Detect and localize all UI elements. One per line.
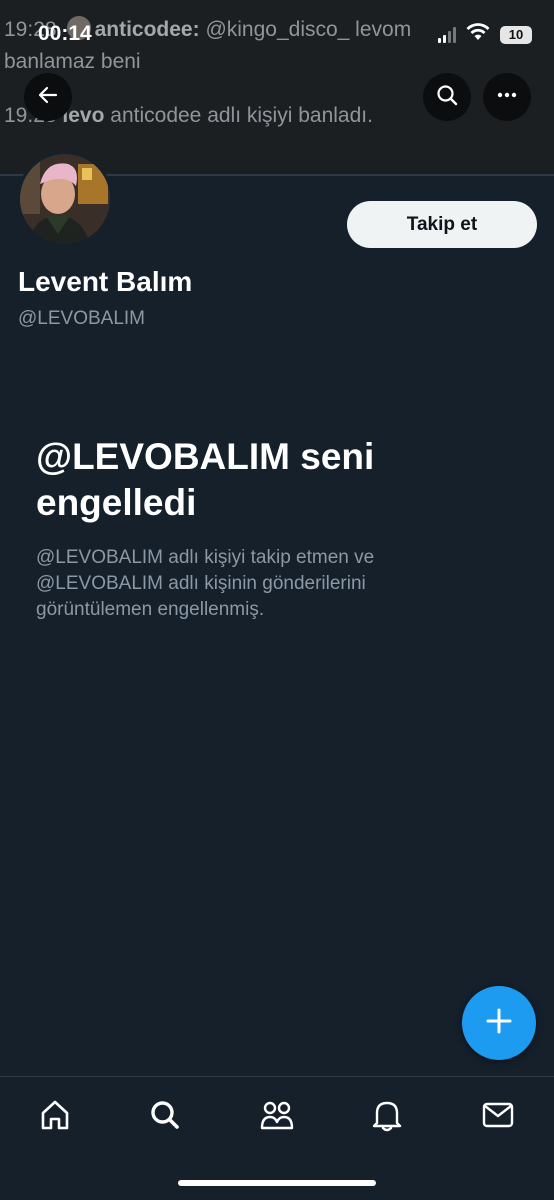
communities-icon — [259, 1098, 295, 1137]
more-options-button[interactable] — [483, 73, 531, 121]
status-time: 00:14 — [38, 22, 92, 45]
plus-icon — [484, 1006, 514, 1041]
nav-search-button[interactable] — [143, 1095, 187, 1139]
blocked-description: @LEVOBALIM adlı kişiyi takip etmen ve @L… — [36, 547, 375, 620]
nav-messages-button[interactable] — [476, 1095, 520, 1139]
cellular-signal-icon — [438, 26, 456, 43]
search-icon — [148, 1098, 182, 1137]
battery-icon: 10 — [500, 25, 532, 44]
avatar-image — [20, 154, 110, 244]
search-icon — [435, 83, 459, 112]
banner-line3-text: anticodee adlı kişiyi banladı. — [110, 104, 373, 127]
more-horizontal-icon — [495, 83, 519, 112]
follow-button[interactable]: Takip et — [347, 201, 537, 248]
avatar[interactable] — [17, 151, 113, 247]
banner-line1-user: anticodee: — [94, 18, 200, 41]
nav-home-button[interactable] — [33, 1095, 77, 1139]
search-button[interactable] — [423, 73, 471, 121]
profile-display-name: Levent Balım — [18, 266, 193, 297]
blocked-title: @LEVOBALIM seni engelledi — [36, 436, 375, 523]
compose-button[interactable] — [462, 986, 536, 1060]
nav-notifications-button[interactable] — [365, 1095, 409, 1139]
banner-chat-line-2: banlamaz beni — [4, 50, 141, 73]
home-indicator[interactable] — [178, 1180, 376, 1186]
home-icon — [38, 1098, 72, 1137]
bell-icon — [371, 1098, 403, 1137]
profile-handle: @LEVOBALIM — [18, 308, 145, 329]
wifi-icon — [466, 23, 490, 46]
nav-communities-button[interactable] — [255, 1095, 299, 1139]
back-button[interactable] — [24, 73, 72, 121]
arrow-left-icon — [36, 83, 60, 112]
banner-line1-text: @kingo_disco_ levom — [205, 18, 412, 41]
mail-icon — [481, 1100, 515, 1135]
status-icons: 10 — [438, 23, 532, 46]
